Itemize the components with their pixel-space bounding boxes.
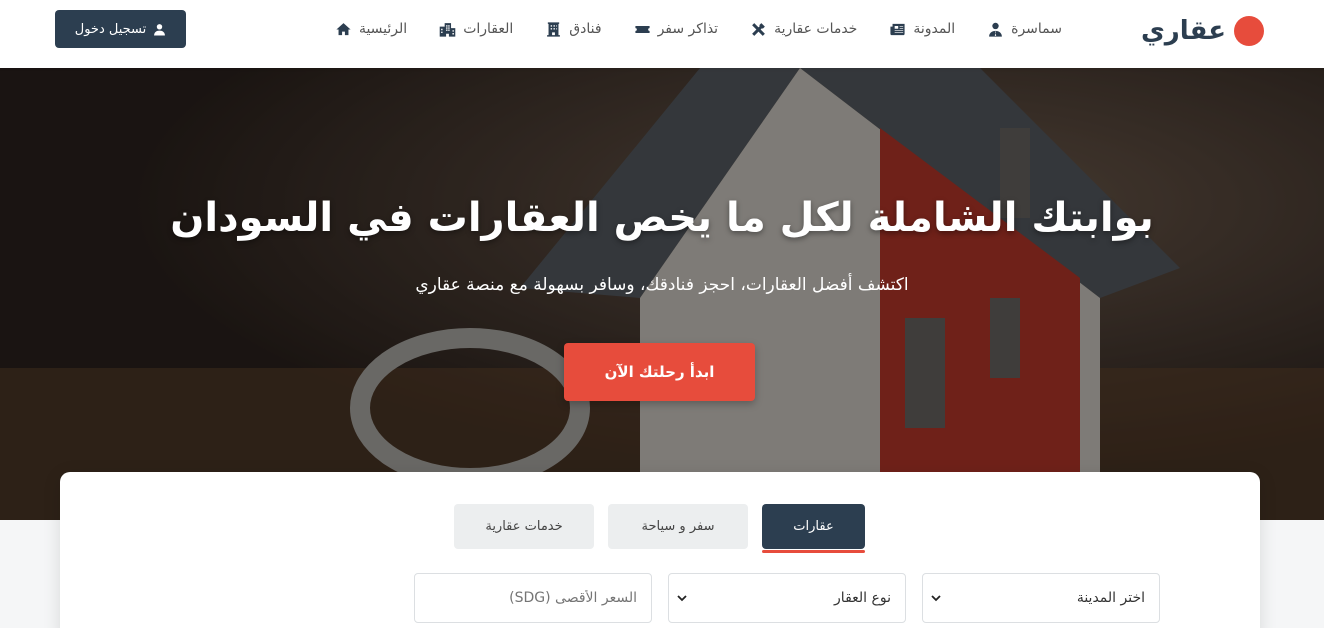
nav-item-label: المدونة xyxy=(913,21,956,37)
tab-services[interactable]: خدمات عقارية xyxy=(454,504,594,549)
property-type-select-value: نوع العقار xyxy=(834,590,891,606)
site-header: عقاري الرئيسية العقارات فنادق تذاكر سفر … xyxy=(0,0,1324,68)
hero-title: بوابتك الشاملة لكل ما يخص العقارات في ال… xyxy=(170,195,1154,241)
nav-item-tickets[interactable]: تذاكر سفر xyxy=(634,21,719,38)
tools-icon xyxy=(752,22,765,36)
city-select-value: اختر المدينة xyxy=(1076,590,1145,606)
logo[interactable]: عقاري xyxy=(1141,14,1264,48)
nav-item-label: سماسرة xyxy=(1011,21,1062,37)
nav-item-label: الرئيسية xyxy=(358,21,408,37)
main-nav: الرئيسية العقارات فنادق تذاكر سفر خدمات … xyxy=(335,18,1062,40)
user-icon xyxy=(154,23,166,35)
nav-item-brokers[interactable]: سماسرة xyxy=(987,21,1062,38)
nav-item-hotels[interactable]: فنادق xyxy=(545,21,602,38)
property-type-select[interactable]: نوع العقار xyxy=(668,573,906,623)
nav-item-label: خدمات عقارية xyxy=(774,21,858,37)
nav-item-properties[interactable]: العقارات xyxy=(439,21,513,38)
city-select[interactable]: اختر المدينة xyxy=(922,573,1160,623)
nav-item-label: فنادق xyxy=(569,21,602,37)
chevron-down-icon xyxy=(931,595,941,602)
start-journey-button[interactable]: ابدأ رحلتك الآن xyxy=(564,343,755,401)
nav-item-services[interactable]: خدمات عقارية xyxy=(750,21,857,38)
nav-item-label: العقارات xyxy=(463,21,514,37)
max-price-field[interactable] xyxy=(414,573,652,623)
home-icon xyxy=(336,22,351,35)
search-card: عقارات سفر و سياحة خدمات عقارية اختر الم… xyxy=(60,472,1260,628)
hero-section: بوابتك الشاملة لكل ما يخص العقارات في ال… xyxy=(0,68,1324,520)
nav-item-label: تذاكر سفر xyxy=(657,21,719,37)
nav-item-home[interactable]: الرئيسية xyxy=(335,21,407,38)
logo-mark xyxy=(1234,16,1264,46)
logo-text: عقاري xyxy=(1140,16,1226,46)
hotel-icon xyxy=(547,21,561,37)
tab-properties[interactable]: عقارات xyxy=(762,504,865,553)
buildings-icon xyxy=(439,22,456,37)
newspaper-icon xyxy=(890,23,905,35)
hero-subtitle: اكتشف أفضل العقارات، احجز فنادقك، وسافر … xyxy=(415,275,909,295)
max-price-input[interactable] xyxy=(429,590,637,606)
ticket-icon xyxy=(634,25,650,33)
chevron-down-icon xyxy=(677,595,687,602)
login-button-label: تسجيل دخول xyxy=(74,21,147,37)
nav-item-blog[interactable]: المدونة xyxy=(889,21,955,38)
login-button[interactable]: تسجيل دخول xyxy=(55,10,186,48)
tab-travel[interactable]: سفر و سياحة xyxy=(608,504,748,549)
broker-icon xyxy=(989,22,1002,37)
